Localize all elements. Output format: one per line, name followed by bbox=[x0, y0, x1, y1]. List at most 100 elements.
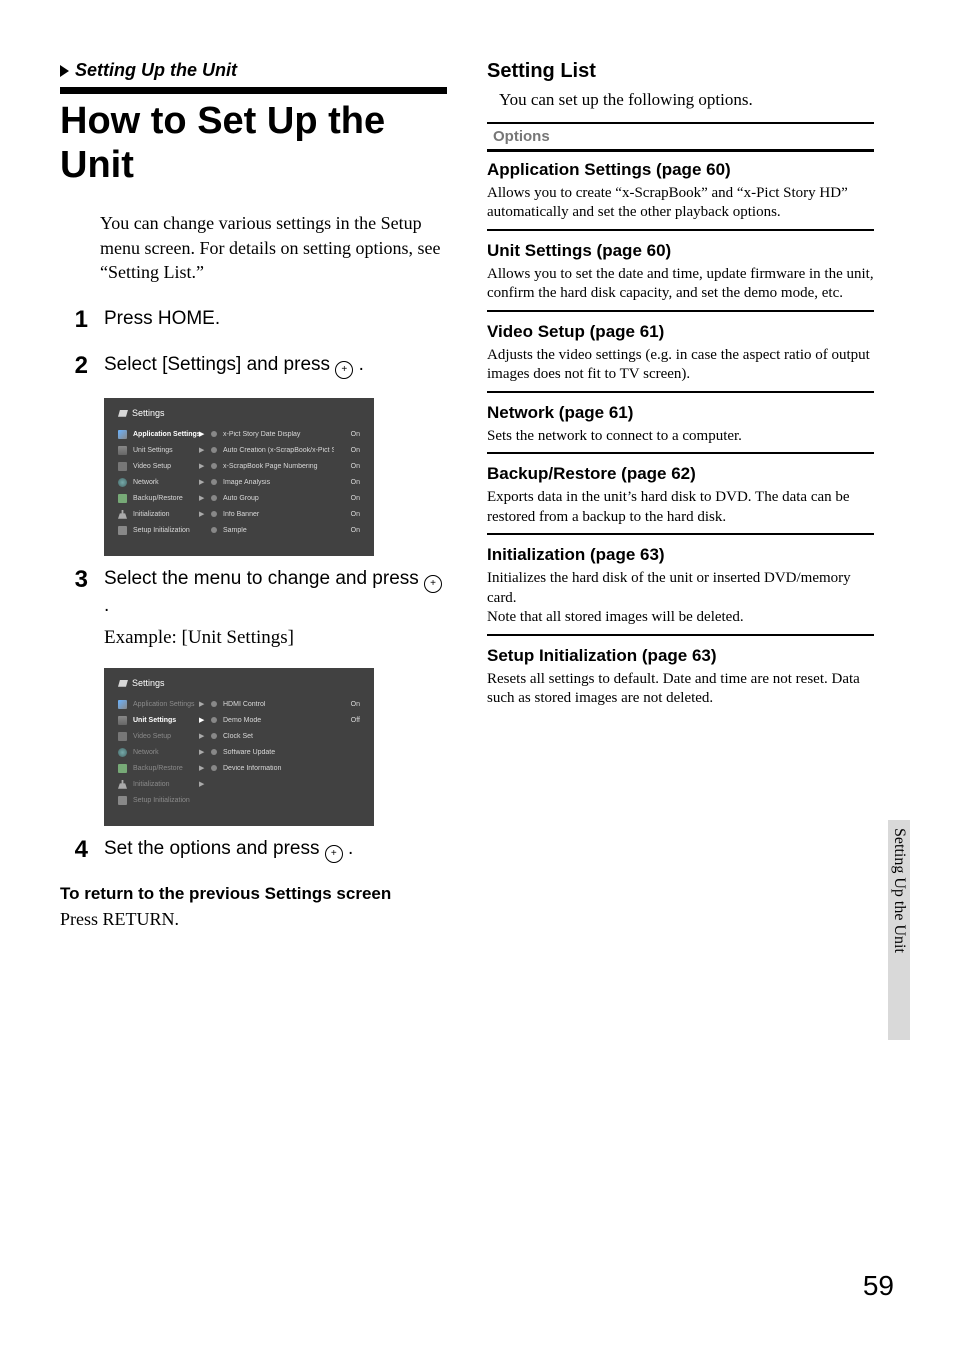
settings-screenshot-2: Settings Application Settings ▶ HDMI Con… bbox=[104, 668, 374, 826]
enter-button-icon bbox=[325, 845, 343, 863]
option-block: Video Setup (page 61) Adjusts the video … bbox=[487, 322, 874, 393]
bullet-icon bbox=[211, 765, 217, 771]
options-rule-thick bbox=[487, 149, 874, 152]
app-settings-icon bbox=[118, 430, 127, 439]
step-text-b: . bbox=[343, 838, 354, 859]
chevron-right-icon: ▶ bbox=[199, 780, 205, 788]
menu-row: Unit Settings ▶ Demo Mode Off bbox=[118, 712, 360, 728]
page-title: How to Set Up the Unit bbox=[60, 100, 447, 187]
step-number: 2 bbox=[60, 352, 88, 380]
option-title: Video Setup (page 61) bbox=[487, 322, 874, 342]
setup-init-icon bbox=[118, 796, 127, 805]
setting-list-intro: You can set up the following options. bbox=[499, 89, 874, 112]
option-value: On bbox=[340, 479, 360, 486]
divider bbox=[487, 634, 874, 636]
menu-row: Application Settings ▶ x-Pict Story Date… bbox=[118, 426, 360, 442]
video-setup-icon bbox=[118, 462, 127, 471]
option-title: Network (page 61) bbox=[487, 403, 874, 423]
menu-row: Unit Settings ▶ Auto Creation (x-ScrapBo… bbox=[118, 442, 360, 458]
option-desc: Exports data in the unit’s hard disk to … bbox=[487, 488, 874, 527]
option-value: On bbox=[340, 495, 360, 502]
step-1: 1 Press HOME. bbox=[60, 306, 447, 334]
menu-row: Backup/Restore ▶ Device Information bbox=[118, 760, 360, 776]
setting-list-heading: Setting List bbox=[487, 60, 874, 83]
step-number: 3 bbox=[60, 566, 88, 650]
chevron-right-icon: ▶ bbox=[199, 764, 205, 772]
menu-label: Backup/Restore bbox=[133, 765, 193, 772]
app-settings-icon bbox=[118, 700, 127, 709]
divider bbox=[487, 533, 874, 535]
bullet-icon bbox=[211, 749, 217, 755]
two-column-layout: Setting Up the Unit How to Set Up the Un… bbox=[60, 60, 894, 932]
bullet-icon bbox=[211, 733, 217, 739]
menu-row: Network ▶ Image Analysis On bbox=[118, 474, 360, 490]
option-value: On bbox=[340, 527, 360, 534]
menu-label: Video Setup bbox=[133, 463, 193, 470]
page: Setting Up the Unit How to Set Up the Un… bbox=[0, 0, 954, 1352]
option-label: Demo Mode bbox=[223, 717, 334, 724]
menu-label: Initialization bbox=[133, 511, 193, 518]
option-desc: Allows you to set the date and time, upd… bbox=[487, 265, 874, 304]
enter-button-icon bbox=[424, 575, 442, 593]
breadcrumb: Setting Up the Unit bbox=[60, 60, 447, 81]
bullet-icon bbox=[211, 511, 217, 517]
chevron-right-icon: ▶ bbox=[199, 700, 205, 708]
chevron-right-icon: ▶ bbox=[199, 494, 205, 502]
menu-label: Backup/Restore bbox=[133, 495, 193, 502]
menu-label: Unit Settings bbox=[133, 447, 193, 454]
option-desc: Adjusts the video settings (e.g. in case… bbox=[487, 346, 874, 385]
option-desc: Resets all settings to default. Date and… bbox=[487, 670, 874, 709]
screenshot-title: Settings bbox=[118, 678, 360, 688]
step-text-b: . bbox=[104, 595, 109, 616]
menu-label: Initialization bbox=[133, 781, 193, 788]
toolbox-icon bbox=[118, 680, 128, 687]
menu-label: Network bbox=[133, 479, 193, 486]
unit-settings-icon bbox=[118, 446, 127, 455]
divider bbox=[487, 310, 874, 312]
step-3: 3 Select the menu to change and press . … bbox=[60, 566, 447, 650]
screenshot-title-text: Settings bbox=[132, 408, 165, 418]
menu-label: Setup Initialization bbox=[133, 527, 193, 534]
option-label: Sample bbox=[223, 527, 334, 534]
settings-screenshot-1: Settings Application Settings ▶ x-Pict S… bbox=[104, 398, 374, 556]
bullet-icon bbox=[211, 447, 217, 453]
option-title: Unit Settings (page 60) bbox=[487, 241, 874, 261]
option-title: Application Settings (page 60) bbox=[487, 160, 874, 180]
menu-label: Application Settings bbox=[133, 701, 193, 708]
option-label: Auto Group bbox=[223, 495, 334, 502]
menu-row: Setup Initialization bbox=[118, 792, 360, 808]
step-text-a: Set the options and press bbox=[104, 838, 325, 859]
options-label: Options bbox=[493, 128, 874, 145]
step-number: 4 bbox=[60, 836, 88, 864]
page-number: 59 bbox=[863, 1270, 894, 1302]
step-2: 2 Select [Settings] and press . bbox=[60, 352, 447, 380]
chevron-right-icon: ▶ bbox=[199, 716, 205, 724]
divider bbox=[487, 391, 874, 393]
option-title: Backup/Restore (page 62) bbox=[487, 464, 874, 484]
chevron-right-icon: ▶ bbox=[199, 462, 205, 470]
option-value: On bbox=[340, 701, 360, 708]
menu-row: Initialization ▶ Info Banner On bbox=[118, 506, 360, 522]
chevron-right-icon: ▶ bbox=[199, 510, 205, 518]
heavy-rule bbox=[60, 87, 447, 94]
option-value: Off bbox=[340, 717, 360, 724]
divider bbox=[487, 452, 874, 454]
option-title: Initialization (page 63) bbox=[487, 545, 874, 565]
option-block: Network (page 61) Sets the network to co… bbox=[487, 403, 874, 455]
bullet-icon bbox=[211, 717, 217, 723]
enter-button-icon bbox=[335, 361, 353, 379]
screenshot-title-text: Settings bbox=[132, 678, 165, 688]
return-heading: To return to the previous Settings scree… bbox=[60, 884, 447, 904]
option-desc: Allows you to create “x-ScrapBook” and “… bbox=[487, 184, 874, 223]
initialization-icon bbox=[118, 510, 127, 519]
network-icon bbox=[118, 478, 127, 487]
menu-row: Backup/Restore ▶ Auto Group On bbox=[118, 490, 360, 506]
initialization-icon bbox=[118, 780, 127, 789]
step-text-b: . bbox=[353, 354, 364, 375]
bullet-icon bbox=[211, 431, 217, 437]
step-text: Press HOME. bbox=[104, 306, 447, 334]
right-column: Setting List You can set up the followin… bbox=[487, 60, 894, 932]
menu-label: Video Setup bbox=[133, 733, 193, 740]
chevron-right-icon: ▶ bbox=[199, 732, 205, 740]
option-label: Info Banner bbox=[223, 511, 334, 518]
